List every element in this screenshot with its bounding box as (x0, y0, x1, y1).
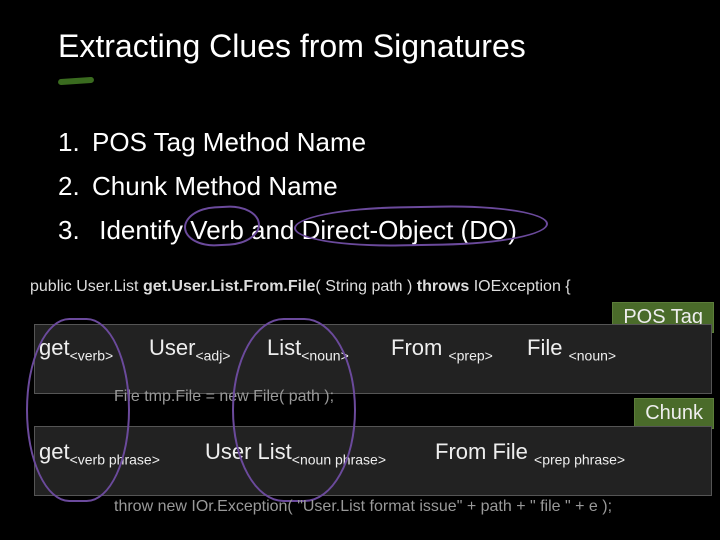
tag-prep: <prep> (448, 347, 492, 363)
sig-args: ( String path ) (315, 278, 416, 295)
list-text: Chunk Method Name (92, 171, 338, 201)
sig-modifier: public User.List (30, 278, 143, 295)
tok-user: User (149, 335, 195, 360)
link-oval-verb (26, 318, 130, 502)
list-item: 3. Identify Verb and Direct-Object (DO) (58, 208, 517, 252)
link-oval-noun (232, 318, 356, 502)
circled-do: Direct-Object (DO) (302, 208, 517, 252)
pos-tag-row: get<verb> User<adj> List<noun> From <pre… (34, 324, 712, 394)
title-underline (58, 77, 94, 85)
list-item: 2.Chunk Method Name (58, 164, 517, 208)
circled-verb: Verb (190, 208, 244, 252)
sig-exception: IOException { (469, 278, 570, 295)
list-item: 1.POS Tag Method Name (58, 120, 517, 164)
list-text: Identify Verb and Direct-Object (DO) (99, 215, 517, 245)
chunk-label: Chunk (634, 398, 714, 429)
numbered-list: 1.POS Tag Method Name 2.Chunk Method Nam… (58, 120, 517, 252)
chunk-fromfile: From File (435, 439, 528, 464)
chunk-row: get<verb phrase> User List<noun phrase> … (34, 426, 712, 496)
list-text: POS Tag Method Name (92, 127, 366, 157)
sig-throws: throws (417, 278, 469, 295)
sig-method: get.User.List.From.File (143, 278, 315, 295)
slide: Extracting Clues from Signatures 1.POS T… (0, 0, 720, 540)
slide-title: Extracting Clues from Signatures (58, 28, 526, 65)
chunk-pp: <prep phrase> (534, 451, 625, 467)
tag-noun2: <noun> (569, 347, 617, 363)
method-signature: public User.List get.User.List.From.File… (30, 278, 571, 296)
tok-from: From (391, 335, 442, 360)
tag-adj: <adj> (195, 347, 230, 363)
tok-file: File (527, 335, 562, 360)
bg-code-line: throw new IOr.Exception( "User.List form… (114, 498, 612, 516)
